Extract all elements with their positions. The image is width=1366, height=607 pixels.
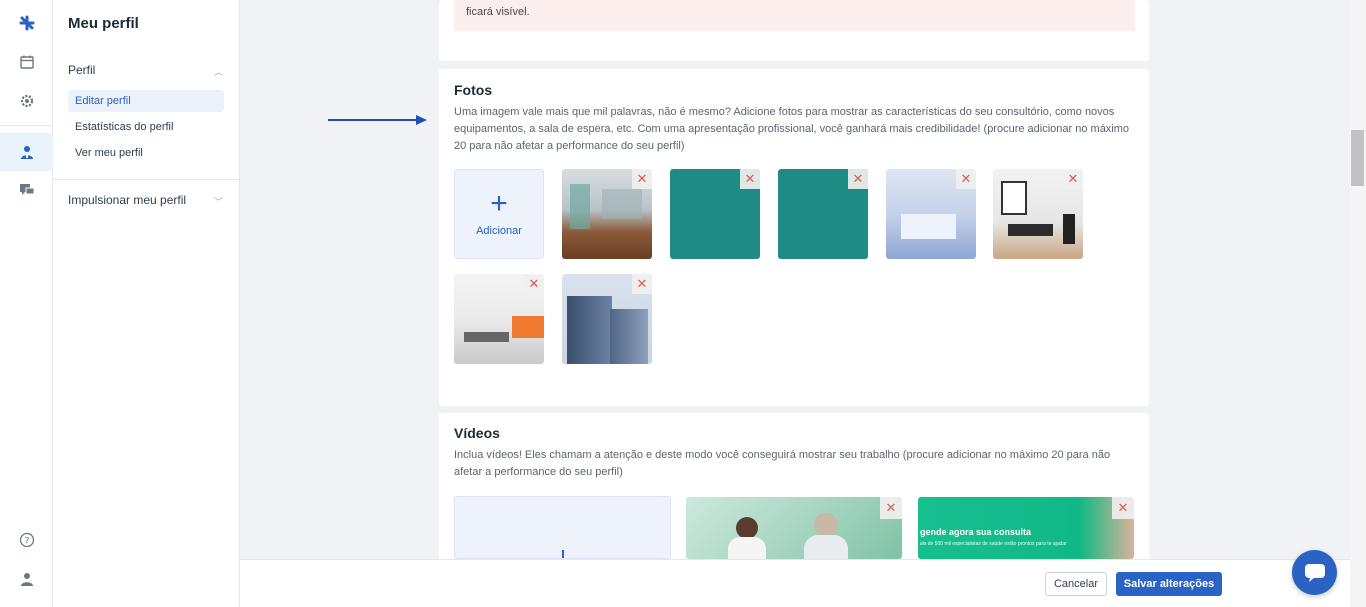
sidebar-divider (53, 179, 239, 180)
doctor-icon[interactable] (0, 133, 53, 171)
rail-divider (0, 125, 53, 126)
chevron-up-icon[interactable]: ︿ (214, 65, 223, 78)
profile-sidebar: Meu perfil Perfil ︿ Editar perfil Estatí… (53, 0, 240, 607)
photo-thumbnail[interactable]: ✕ (778, 169, 868, 259)
add-video-button[interactable] (454, 496, 671, 559)
remove-photo-button[interactable]: ✕ (632, 169, 652, 189)
videos-title: Vídeos (454, 425, 500, 441)
plus-icon (561, 550, 564, 558)
save-button[interactable]: Salvar alterações (1116, 572, 1222, 596)
section-perfil[interactable]: Perfil (68, 63, 95, 77)
remove-photo-button[interactable]: ✕ (524, 274, 544, 294)
calendar-icon[interactable] (0, 43, 53, 81)
remove-photo-button[interactable]: ✕ (956, 169, 976, 189)
video-thumbnail[interactable]: ✕ (686, 497, 902, 559)
sidebar-item-ver-perfil[interactable]: Ver meu perfil (68, 142, 224, 164)
add-photo-label: Adicionar (476, 225, 522, 237)
photo-thumbnail[interactable]: ✕ (562, 169, 652, 259)
chat-icon[interactable] (0, 171, 53, 209)
scrollbar-track[interactable] (1350, 0, 1366, 607)
remove-photo-button[interactable]: ✕ (848, 169, 868, 189)
photos-description: Uma imagem vale mais que mil palavras, n… (454, 106, 1130, 152)
sidebar-item-estatisticas[interactable]: Estatísticas do perfil (68, 116, 224, 138)
remove-photo-button[interactable]: ✕ (1063, 169, 1083, 189)
notice-text: ficará visível. (466, 6, 530, 18)
photo-thumbnail[interactable]: ✕ (670, 169, 760, 259)
remove-photo-button[interactable]: ✕ (632, 274, 652, 294)
svg-text:?: ? (24, 537, 29, 547)
sidebar-title: Meu perfil (68, 15, 139, 32)
sidebar-item-editar-perfil[interactable]: Editar perfil (68, 90, 224, 112)
chat-bubble-icon[interactable] (1292, 550, 1337, 595)
icon-rail: ? (0, 0, 53, 607)
action-footer: Cancelar Salvar alterações (240, 559, 1350, 607)
arrow-icon (328, 115, 427, 125)
plus-icon: + (490, 187, 508, 220)
remove-video-button[interactable]: ✕ (1112, 497, 1134, 519)
notice-banner: ficará visível. (454, 0, 1135, 31)
scrollbar-thumb[interactable] (1351, 130, 1364, 186)
photo-thumbnail[interactable]: ✕ (454, 274, 544, 364)
video-promo-heading: gende agora sua consulta (920, 527, 1032, 537)
gear-icon[interactable] (0, 82, 53, 120)
cancel-button[interactable]: Cancelar (1045, 572, 1107, 596)
user-icon[interactable] (0, 560, 53, 598)
help-icon[interactable]: ? (0, 521, 53, 559)
chevron-down-icon[interactable]: ﹀ (214, 195, 223, 208)
photo-thumbnail[interactable]: ✕ (562, 274, 652, 364)
photos-title: Fotos (454, 82, 493, 98)
logo-icon[interactable] (0, 4, 53, 42)
video-thumbnail[interactable]: gende agora sua consulta ais de 500 mil … (918, 497, 1134, 559)
remove-video-button[interactable]: ✕ (880, 497, 902, 519)
photo-thumbnail[interactable]: ✕ (993, 169, 1083, 259)
videos-description: Inclua vídeos! Eles chamam a atenção e d… (454, 449, 1111, 478)
section-impulsionar[interactable]: Impulsionar meu perfil (68, 193, 186, 207)
remove-photo-button[interactable]: ✕ (740, 169, 760, 189)
add-photo-button[interactable]: + Adicionar (454, 169, 544, 259)
video-promo-sub: ais de 500 mil especialistas de saúde es… (920, 541, 1067, 547)
photo-thumbnail[interactable]: ✕ (886, 169, 976, 259)
